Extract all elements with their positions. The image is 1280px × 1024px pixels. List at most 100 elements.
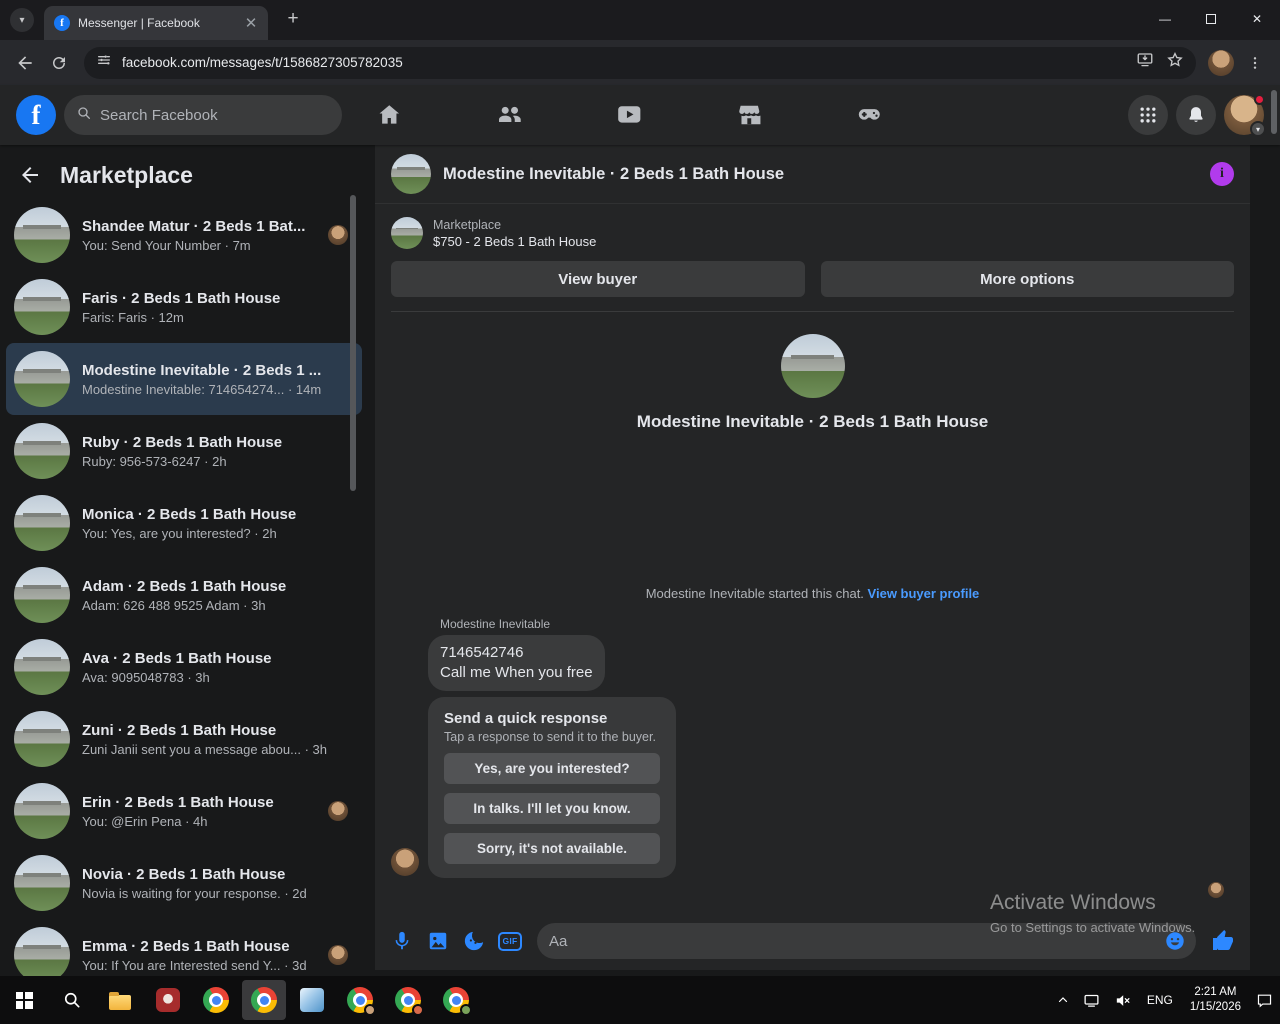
chat-started-note: Modestine Inevitable started this chat. … [645, 586, 980, 601]
quick-reply-button[interactable]: Sorry, it's not available. [444, 833, 660, 864]
sticker-icon[interactable] [461, 928, 487, 954]
listing-avatar [14, 855, 70, 911]
apps-grid-icon[interactable] [1128, 95, 1168, 135]
page-scrollbar[interactable] [1271, 90, 1277, 134]
conversation-item[interactable]: Monica · 2 Beds 1 Bath House You: Yes, a… [6, 487, 362, 559]
site-info-icon[interactable] [96, 52, 112, 73]
start-button[interactable] [0, 976, 48, 1024]
sender-profile-avatar[interactable] [391, 848, 419, 876]
search-icon [76, 105, 92, 126]
emoji-icon[interactable] [1162, 928, 1188, 954]
conversation-item[interactable]: Ruby · 2 Beds 1 Bath House Ruby: 956-573… [6, 415, 362, 487]
message-input[interactable] [549, 932, 1162, 950]
tab-watch[interactable] [601, 91, 657, 139]
language-indicator[interactable]: ENG [1138, 976, 1182, 1024]
conversation-item[interactable]: Faris · 2 Beds 1 Bath House Faris: Faris… [6, 271, 362, 343]
conversation-name: Shandee Matur · 2 Beds 1 Bat... [82, 217, 306, 235]
more-options-button[interactable]: More options [820, 261, 1234, 297]
file-explorer-icon[interactable] [96, 976, 144, 1024]
tab-close-icon[interactable]: ✕ [242, 14, 260, 32]
tab-search-button[interactable]: ▾ [10, 8, 34, 32]
conversation-item[interactable]: Modestine Inevitable · 2 Beds 1 ... Mode… [6, 343, 362, 415]
chrome-icon-active[interactable] [242, 980, 286, 1020]
network-icon[interactable] [1076, 976, 1107, 1024]
facebook-logo[interactable]: f [16, 95, 56, 135]
account-avatar[interactable]: ▾ [1224, 94, 1266, 137]
tab-gaming[interactable] [841, 91, 897, 139]
seen-indicator-avatar [1208, 882, 1224, 898]
facebook-search-input[interactable]: Search Facebook [64, 95, 342, 135]
voice-clip-icon[interactable] [389, 928, 415, 954]
conversation-item[interactable]: Adam · 2 Beds 1 Bath House Adam: 626 488… [6, 559, 362, 631]
listing-title: $750 - 2 Beds 1 Bath House [433, 233, 597, 249]
back-arrow-icon[interactable] [16, 161, 44, 189]
conversation-info-icon[interactable]: i [1210, 162, 1234, 186]
minimize-button[interactable]: — [1142, 0, 1188, 38]
conversation-item[interactable]: Novia · 2 Beds 1 Bath House Novia is wai… [6, 847, 362, 919]
tab-home[interactable] [361, 91, 417, 139]
tab-friends[interactable] [481, 91, 537, 139]
thumbs-up-icon[interactable] [1210, 928, 1236, 954]
back-icon[interactable] [10, 48, 40, 78]
view-buyer-profile-link[interactable]: View buyer profile [868, 586, 980, 601]
bookmark-star-icon[interactable] [1166, 51, 1184, 74]
app-icon-red[interactable] [144, 976, 192, 1024]
conversation-time: · 3h [239, 597, 266, 613]
chrome-icon-3[interactable] [384, 976, 432, 1024]
browser-menu-icon[interactable] [1240, 48, 1270, 78]
sidebar-scrollbar[interactable] [350, 195, 356, 491]
conversation-preview: Ruby: 956-573-6247 [82, 453, 201, 469]
search-placeholder: Search Facebook [100, 106, 218, 124]
conversation-preview: Adam: 626 488 9525 Adam [82, 597, 240, 613]
attach-photo-icon[interactable] [425, 928, 451, 954]
clock-date: 1/15/2026 [1189, 1001, 1241, 1013]
conversation-time: · 2h [200, 453, 227, 469]
taskbar-search-icon[interactable] [48, 976, 96, 1024]
install-app-icon[interactable] [1136, 51, 1154, 74]
chrome-icon-4[interactable] [432, 976, 480, 1024]
message-line-2: Call me When you free [440, 664, 593, 681]
quick-reply-button[interactable]: In talks. I'll let you know. [444, 793, 660, 824]
tray-chevron-up-icon[interactable] [1050, 976, 1076, 1024]
listing-avatar [14, 279, 70, 335]
facebook-header: f Search Facebook ▾ [0, 85, 1280, 145]
maximize-button[interactable] [1188, 0, 1234, 38]
quick-reply-list: Yes, are you interested? In talks. I'll l… [444, 753, 660, 864]
chat-header: Modestine Inevitable · 2 Beds 1 Bath Hou… [375, 145, 1250, 203]
marketplace-label: Marketplace [433, 217, 502, 232]
speaker-muted-icon[interactable] [1107, 976, 1138, 1024]
conversation-intro: Modestine Inevitable · 2 Beds 1 Bath Hou… [375, 334, 1250, 432]
chat-listing-avatar[interactable] [391, 154, 431, 194]
conversation-time: · 3h [183, 669, 210, 685]
action-center-icon[interactable] [1249, 976, 1280, 1024]
tab-marketplace[interactable] [721, 91, 777, 139]
listing-avatar [14, 351, 70, 407]
listing-thumb-avatar [391, 217, 423, 249]
chrome-icon-2[interactable] [336, 976, 384, 1024]
message-sender-name: Modestine Inevitable [440, 617, 551, 631]
conversation-item[interactable]: Emma · 2 Beds 1 Bath House You: If You a… [6, 919, 362, 976]
conversation-item[interactable]: Ava · 2 Beds 1 Bath House Ava: 909504878… [6, 631, 362, 703]
gif-icon[interactable]: GIF [497, 928, 523, 954]
browser-profile-avatar[interactable] [1206, 48, 1236, 78]
clock-time: 2:21 AM [1194, 986, 1237, 999]
conversation-preview: Zuni Janii sent you a message abou... [82, 741, 301, 757]
chrome-icon-1[interactable] [192, 976, 240, 1024]
conversation-name: Faris · 2 Beds 1 Bath House [82, 289, 281, 307]
system-clock[interactable]: 2:21 AM 1/15/2026 [1182, 976, 1249, 1024]
listing-avatar [14, 639, 70, 695]
reload-icon[interactable] [44, 48, 74, 78]
app-icon-blue[interactable] [288, 976, 336, 1024]
url-bar[interactable]: facebook.com/messages/t/1586827305782035 [84, 46, 1196, 79]
browser-tab[interactable]: f Messenger | Facebook ✕ [44, 6, 268, 40]
view-buyer-button[interactable]: View buyer [391, 261, 805, 297]
close-button[interactable]: ✕ [1234, 0, 1280, 38]
message-line-1: 7146542746 [440, 644, 524, 661]
listing-avatar [14, 423, 70, 479]
conversation-item[interactable]: Zuni · 2 Beds 1 Bath House Zuni Janii se… [6, 703, 362, 775]
new-tab-button[interactable]: + [280, 6, 306, 32]
notifications-bell-icon[interactable] [1176, 95, 1216, 135]
quick-reply-button[interactable]: Yes, are you interested? [444, 753, 660, 784]
conversation-item[interactable]: Erin · 2 Beds 1 Bath House You: @Erin Pe… [6, 775, 362, 847]
conversation-item[interactable]: Shandee Matur · 2 Beds 1 Bat... You: Sen… [6, 199, 362, 271]
